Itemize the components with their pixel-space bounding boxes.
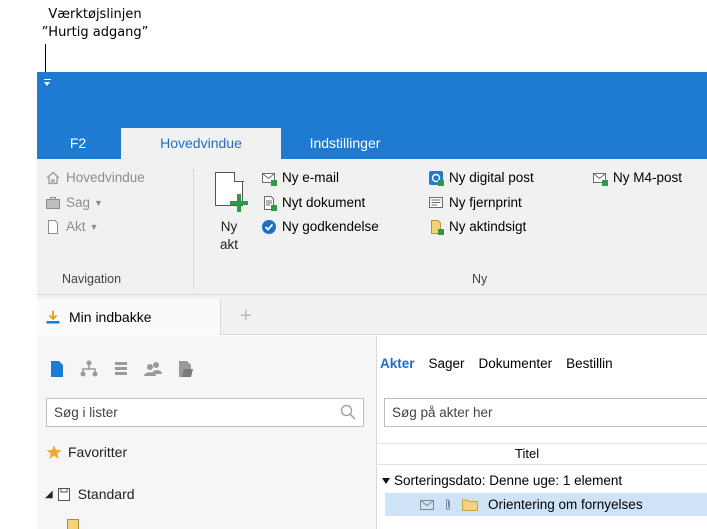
lists-panel: Søg i lister Favoritter ◢ Standard: [37, 336, 377, 529]
users-icon[interactable]: [143, 359, 163, 379]
hierarchy-icon[interactable]: [79, 359, 99, 379]
new-document-label: Nyt dokument: [282, 195, 366, 210]
new-remote-print-label: Ny fjernprint: [449, 195, 522, 210]
callout-line-1: Værktøjslinjen: [48, 7, 142, 22]
ribbon-tab-bar: F2 Hovedvindue Indstillinger: [37, 102, 707, 159]
group-separator: [193, 169, 194, 289]
list-search-input[interactable]: Søg i lister: [46, 398, 364, 427]
records-search-input[interactable]: Søg på akter her: [384, 398, 707, 427]
new-list-icon[interactable]: [47, 359, 67, 379]
add-tab-button[interactable]: +: [240, 305, 252, 328]
tree-item-standard[interactable]: ◢ Standard: [45, 486, 135, 502]
row-title: Orientering om fornyelses: [488, 497, 643, 512]
column-header-row: Titel: [378, 443, 707, 465]
tab-records[interactable]: Akter: [380, 356, 415, 371]
new-email-label: Ny e-mail: [282, 170, 340, 185]
nav-record-label: Akt: [66, 219, 86, 234]
new-approval-button[interactable]: Ny godkendelse: [261, 217, 379, 237]
expand-triangle-icon[interactable]: [382, 478, 390, 484]
email-icon: [261, 170, 277, 186]
new-record-button[interactable]: Ny akt: [208, 170, 250, 260]
quick-access-callout: Værktøjslinjen ”Hurtig adgang”: [0, 6, 190, 42]
tab-orders[interactable]: Bestillin: [566, 356, 613, 371]
new-record-label-1: Ny: [220, 219, 238, 234]
callout-line-2: ”Hurtig adgang”: [41, 25, 149, 40]
records-panel: Akter Sager Dokumenter Bestillin Søg på …: [378, 336, 707, 529]
nav-main-label: Hovedvindue: [66, 170, 145, 185]
nav-main-button[interactable]: Hovedvindue: [45, 168, 145, 188]
tab-f2[interactable]: F2: [37, 128, 119, 159]
new-approval-label: Ny godkendelse: [282, 219, 379, 234]
access-request-icon: [428, 219, 444, 235]
records-tabs: Akter Sager Dokumenter Bestillin: [380, 356, 627, 371]
document-tab-bar: Min indbakke +: [37, 295, 707, 335]
tab-cases[interactable]: Sager: [429, 356, 465, 371]
standard-label: Standard: [77, 486, 135, 502]
group-row-label: Sorteringsdato: Denne uge: 1 element: [394, 473, 623, 488]
tab-main[interactable]: Hovedvindue: [121, 128, 281, 159]
folder-icon: [57, 486, 71, 502]
new-remote-print-button[interactable]: Ny fjernprint: [428, 193, 522, 213]
tree-item-favorites[interactable]: Favoritter: [46, 444, 127, 460]
column-header-title[interactable]: Titel: [515, 444, 539, 464]
callout-pointer-line: [45, 44, 46, 74]
app-window: F2 Hovedvindue Indstillinger Hovedvindue…: [37, 72, 707, 529]
group-label-navigation: Navigation: [62, 272, 122, 286]
nav-record-button[interactable]: Akt ▼: [45, 217, 98, 237]
new-email-button[interactable]: Ny e-mail: [261, 168, 339, 188]
group-row[interactable]: Sorteringsdato: Denne uge: 1 element: [378, 470, 707, 492]
digital-post-icon: [428, 170, 444, 186]
search-icon[interactable]: [339, 403, 357, 430]
ribbon: Hovedvindue Sag ▼ Akt ▼ Navigation Ny ak…: [37, 159, 707, 295]
chevron-down-icon: ▼: [89, 222, 99, 232]
nav-case-label: Sag: [66, 195, 91, 210]
favorites-label: Favoritter: [68, 444, 128, 460]
table-row[interactable]: Orientering om fornyelses: [385, 493, 707, 516]
tab-my-inbox-label: Min indbakke: [69, 309, 152, 325]
inbox-download-icon: [45, 309, 61, 325]
star-icon: [46, 444, 62, 460]
nav-case-button[interactable]: Sag ▼: [45, 193, 103, 213]
document-icon: [261, 195, 277, 211]
remote-print-icon: [428, 195, 444, 211]
case-icon: [45, 195, 61, 211]
tab-documents[interactable]: Dokumenter: [479, 356, 553, 371]
approval-check-icon: [261, 219, 277, 235]
folder-icon: [462, 498, 478, 511]
tab-my-inbox[interactable]: Min indbakke: [37, 299, 221, 335]
list-search-placeholder: Søg i lister: [54, 405, 118, 420]
new-m4-post-button[interactable]: Ny M4-post: [592, 168, 682, 188]
new-m4-post-label: Ny M4-post: [613, 170, 683, 185]
quick-access-dropdown-icon[interactable]: [42, 76, 54, 88]
document-icon: [45, 219, 61, 235]
paperclip-icon: [444, 498, 452, 512]
records-search-placeholder: Søg på akter her: [392, 405, 493, 420]
title-bar: [37, 72, 707, 102]
tree-item-child-icon: [67, 519, 79, 529]
folder-documents-icon[interactable]: [175, 359, 195, 379]
m4-post-icon: [592, 170, 608, 186]
list-icon[interactable]: [111, 359, 131, 379]
collapse-triangle-icon[interactable]: ◢: [45, 489, 53, 500]
new-digital-post-label: Ny digital post: [449, 170, 534, 185]
home-icon: [45, 170, 61, 186]
new-record-label-2: akt: [219, 237, 238, 252]
new-access-request-button[interactable]: Ny aktindsigt: [428, 217, 526, 237]
new-digital-post-button[interactable]: Ny digital post: [428, 168, 534, 188]
chevron-down-icon: ▼: [94, 198, 103, 208]
new-document-button[interactable]: Nyt dokument: [261, 193, 365, 213]
new-access-request-label: Ny aktindsigt: [449, 219, 527, 234]
tab-settings[interactable]: Indstillinger: [283, 128, 407, 159]
group-label-ny: Ny: [472, 272, 488, 286]
plus-icon: [230, 194, 248, 212]
envelope-icon: [420, 499, 434, 511]
